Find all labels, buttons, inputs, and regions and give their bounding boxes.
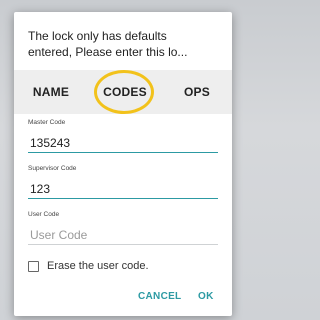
erase-user-code-row[interactable]: Erase the user code. xyxy=(28,260,149,272)
dialog-message-line-2: entered, Please enter this lo... xyxy=(28,45,188,59)
cancel-button[interactable]: CANCEL xyxy=(138,291,181,302)
erase-user-code-checkbox[interactable] xyxy=(28,260,39,272)
tab-bar: NAME CODES OPS xyxy=(14,70,232,114)
ok-button[interactable]: OK xyxy=(198,291,214,302)
lock-dialog: The lock only has defaults entered, Plea… xyxy=(14,12,232,316)
supervisor-code-label: Supervisor Code xyxy=(28,165,77,172)
master-code-label: Master Code xyxy=(28,119,66,126)
tab-name[interactable]: NAME xyxy=(14,85,88,99)
master-code-field[interactable] xyxy=(28,129,218,153)
user-code-field[interactable] xyxy=(28,221,218,245)
dialog-message: The lock only has defaults entered, Plea… xyxy=(28,28,228,60)
tab-codes[interactable]: CODES xyxy=(88,85,162,99)
erase-user-code-label: Erase the user code. xyxy=(47,260,149,272)
tab-ops[interactable]: OPS xyxy=(162,85,232,99)
dialog-message-line-1: The lock only has defaults xyxy=(28,29,167,43)
supervisor-code-field[interactable] xyxy=(28,175,218,199)
user-code-label: User Code xyxy=(28,211,60,218)
